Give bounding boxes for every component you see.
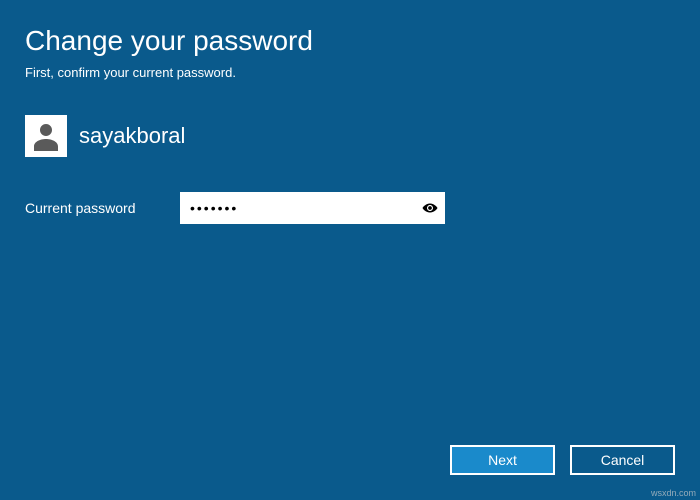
cancel-button[interactable]: Cancel [570,445,675,475]
avatar [25,115,67,157]
reveal-password-icon[interactable] [415,192,445,224]
username: sayakboral [79,123,185,149]
page-title: Change your password [25,25,675,57]
page-subtitle: First, confirm your current password. [25,65,675,80]
change-password-screen: Change your password First, confirm your… [0,0,700,500]
button-bar: Next Cancel [450,445,675,475]
password-row: Current password [25,192,675,224]
next-button[interactable]: Next [450,445,555,475]
watermark: wsxdn.com [651,488,696,498]
current-password-label: Current password [25,200,180,216]
password-input-wrap [180,192,445,224]
current-password-input[interactable] [180,192,415,224]
user-icon [28,118,64,154]
user-row: sayakboral [25,115,675,157]
